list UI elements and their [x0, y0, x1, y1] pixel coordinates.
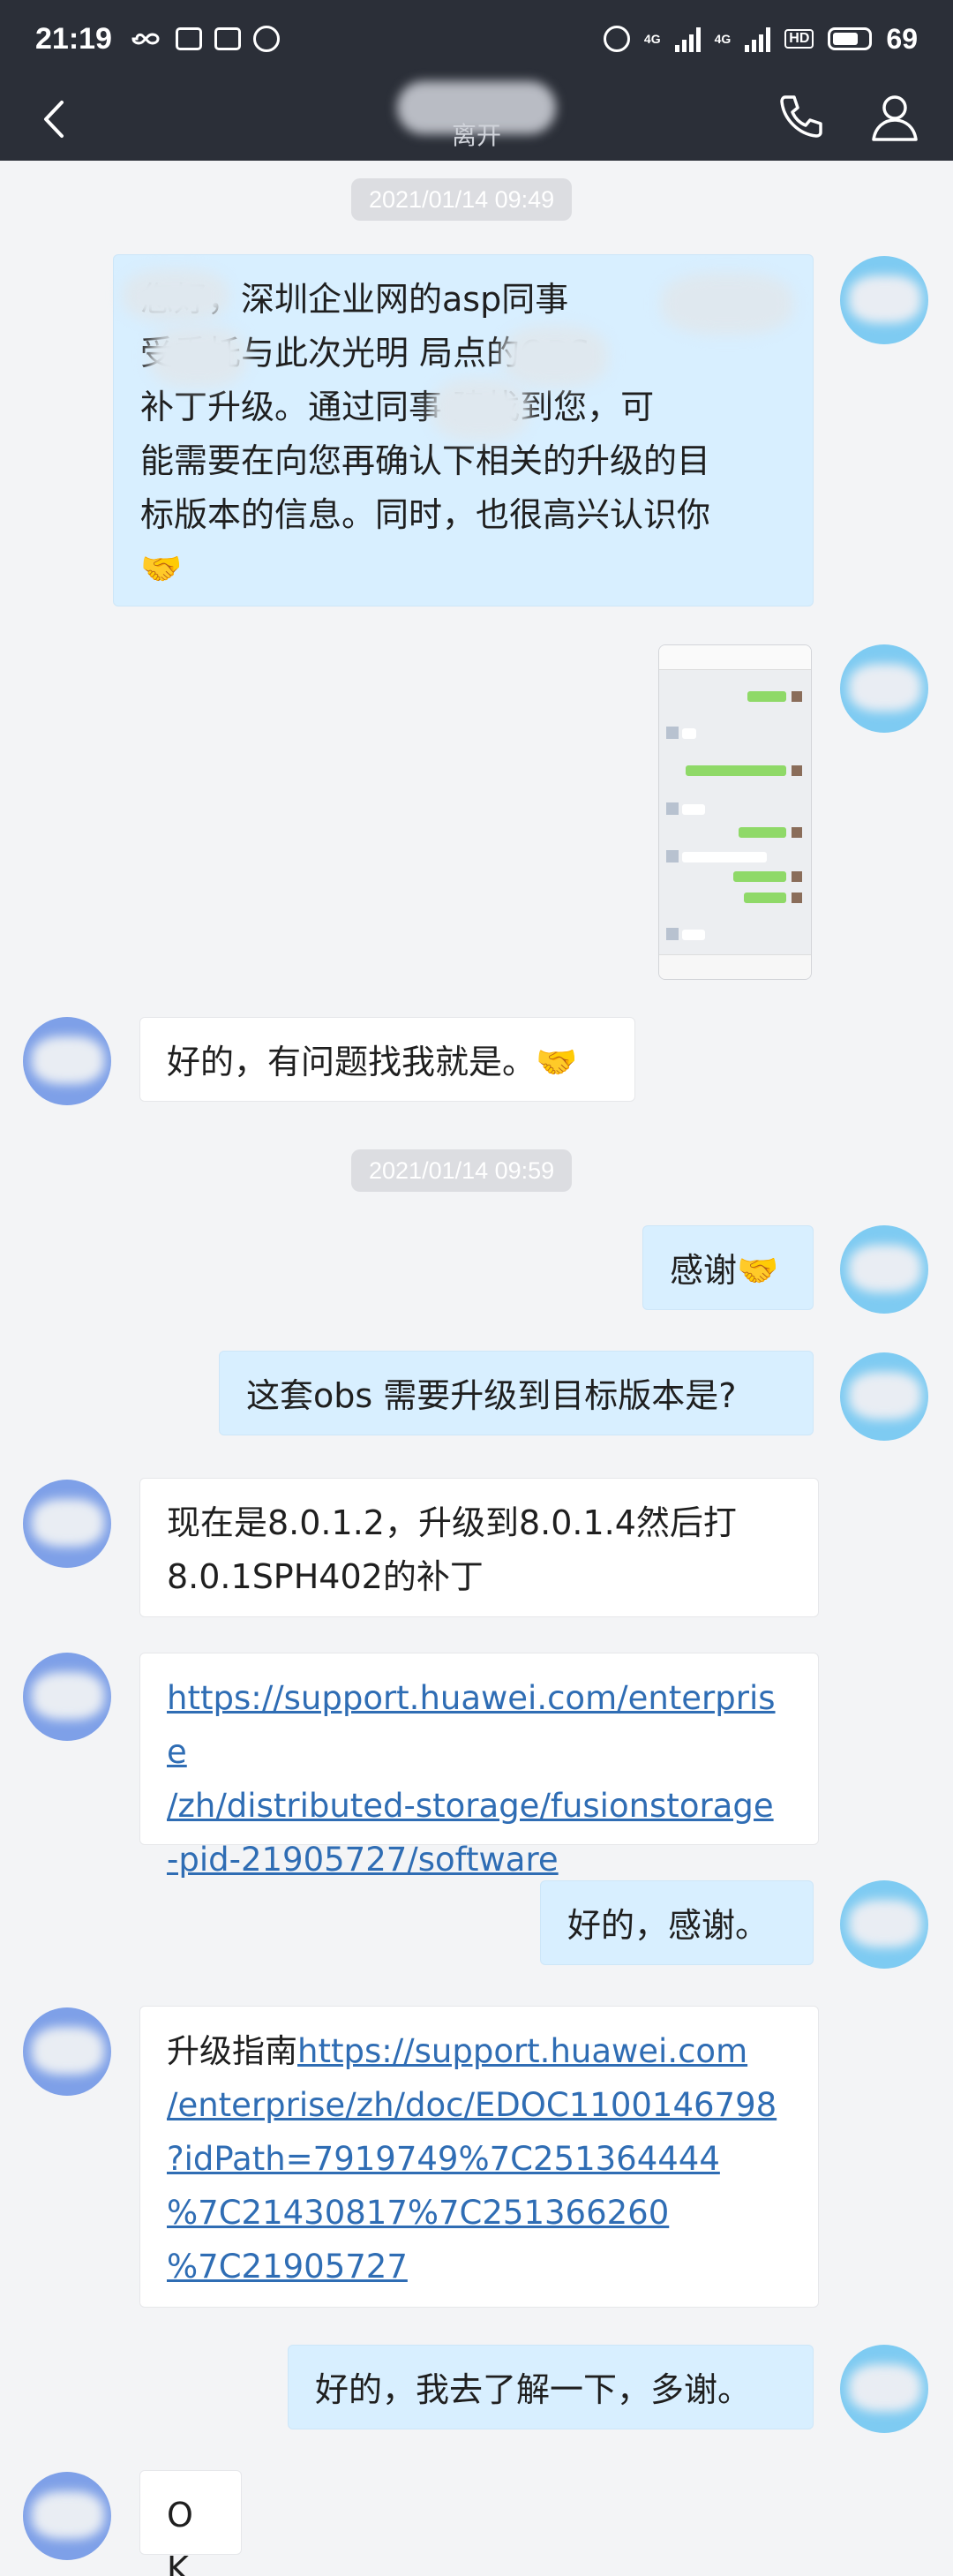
timestamp: 2021/01/14 09:59 — [351, 1149, 573, 1192]
message-text: 好的，我去了解一下，多谢。 — [315, 2370, 752, 2409]
message-text: 这套obs 需要升级到目标版本是? — [246, 1376, 737, 1415]
redaction-blur — [661, 273, 793, 335]
redaction-blur — [431, 379, 529, 441]
status-bar: 21:19 4G 4G HD 69 — [0, 0, 953, 78]
message-link[interactable]: %7C21430817%7C251366260 — [167, 2194, 669, 2232]
message-bubble-outgoing[interactable]: 好的，感谢。 — [540, 1880, 814, 1965]
hd-badge: HD — [784, 29, 814, 49]
battery-level: 69 — [886, 22, 918, 55]
avatar-self[interactable] — [840, 2345, 928, 2433]
link-line[interactable]: -pid-21905727/software — [167, 1833, 792, 1887]
message-bubble-incoming[interactable]: 升级指南https://support.huawei.com /enterpri… — [139, 2006, 819, 2308]
redaction-blur — [502, 326, 608, 388]
message-link[interactable]: ?idPath=7919749%7C251364444 — [167, 2140, 720, 2178]
message-text: 好的，感谢。 — [567, 1906, 769, 1945]
battery-icon — [828, 27, 873, 50]
message-bubble-outgoing[interactable]: 您好，深圳企业网的asp同事 受委托与此次光明 局点的OBS 补丁升级。通过同事… — [113, 254, 814, 606]
avatar-contact[interactable] — [23, 1653, 111, 1741]
redaction-blur — [123, 269, 229, 322]
handshake-emoji: 🤝 — [536, 1043, 578, 1081]
avatar-self[interactable] — [840, 1225, 928, 1314]
timestamp: 2021/01/14 09:49 — [351, 178, 573, 221]
message-text: OK — [167, 2496, 193, 2576]
message-bubble-incoming[interactable]: 现在是8.0.1.2，升级到8.0.1.4然后打 8.0.1SPH402的补丁 — [139, 1478, 819, 1617]
message-text: 感谢 — [670, 1251, 738, 1290]
message-bubble-outgoing[interactable]: 感谢🤝 — [642, 1225, 814, 1310]
top-bar: 21:19 4G 4G HD 69 离开 — [0, 0, 953, 161]
message-bubble-incoming[interactable]: https://support.huawei.com/enterprise /z… — [139, 1653, 819, 1879]
network-label-a: 4G — [643, 32, 661, 46]
avatar-self[interactable] — [840, 1352, 928, 1441]
status-time: 21:19 — [35, 21, 112, 56]
message-bubble-incoming[interactable]: OK — [139, 2470, 242, 2576]
infinity-icon — [131, 33, 160, 45]
avatar-contact[interactable] — [23, 2007, 111, 2096]
avatar-contact[interactable] — [23, 1480, 111, 1568]
status-left-icons — [128, 26, 280, 52]
handshake-emoji: 🤝 — [140, 549, 183, 588]
message-link[interactable]: /enterprise/zh/doc/EDOC1100146798 — [167, 2086, 777, 2124]
message-bubble-outgoing[interactable]: 好的，我去了解一下，多谢。 — [288, 2345, 814, 2429]
message-link[interactable]: https://support.huawei.com — [297, 2032, 747, 2070]
avatar-self[interactable] — [840, 256, 928, 344]
signal-icon-2 — [745, 26, 771, 52]
message-link[interactable]: %7C21905727 — [167, 2248, 408, 2286]
redaction-blur — [149, 326, 246, 388]
link-line[interactable]: https://support.huawei.com/enterprise — [167, 1671, 792, 1779]
hotspot-icon — [252, 26, 280, 52]
image-attachment[interactable] — [658, 644, 812, 980]
avatar-self[interactable] — [840, 644, 928, 733]
image-icon — [214, 27, 241, 50]
avatar-contact[interactable] — [23, 1017, 111, 1105]
link-line[interactable]: /zh/distributed-storage/fusionstorage — [167, 1779, 792, 1833]
avatar-self[interactable] — [840, 1880, 928, 1969]
message-line: 能需要在向您再确认下相关的升级的目 — [140, 441, 711, 480]
message-line: 标版本的信息。同时，也很高兴认识你 — [140, 495, 711, 534]
network-label-b: 4G — [714, 32, 732, 46]
alarm-icon — [603, 26, 630, 52]
status-right-icons: 4G 4G HD 69 — [603, 22, 918, 56]
notes-icon — [175, 27, 202, 50]
message-bubble-incoming[interactable]: 好的，有问题找我就是。 🤝 — [139, 1017, 635, 1102]
message-link[interactable]: https://support.huawei.com/enterprise /z… — [167, 1671, 792, 1887]
message-line: 现在是8.0.1.2，升级到8.0.1.4然后打 — [167, 1503, 737, 1542]
phone-icon[interactable] — [773, 90, 826, 143]
message-text: 升级指南 — [167, 2032, 297, 2070]
message-line: 8.0.1SPH402的补丁 — [167, 1557, 484, 1596]
avatar-contact[interactable] — [23, 2472, 111, 2560]
chat-header: 离开 — [0, 78, 953, 161]
handshake-emoji: 🤝 — [737, 1251, 779, 1290]
signal-icon — [674, 26, 701, 52]
message-text: 好的，有问题找我就是。 — [167, 1043, 537, 1081]
user-icon[interactable] — [867, 88, 923, 145]
message-bubble-outgoing[interactable]: 这套obs 需要升级到目标版本是? — [219, 1351, 814, 1435]
